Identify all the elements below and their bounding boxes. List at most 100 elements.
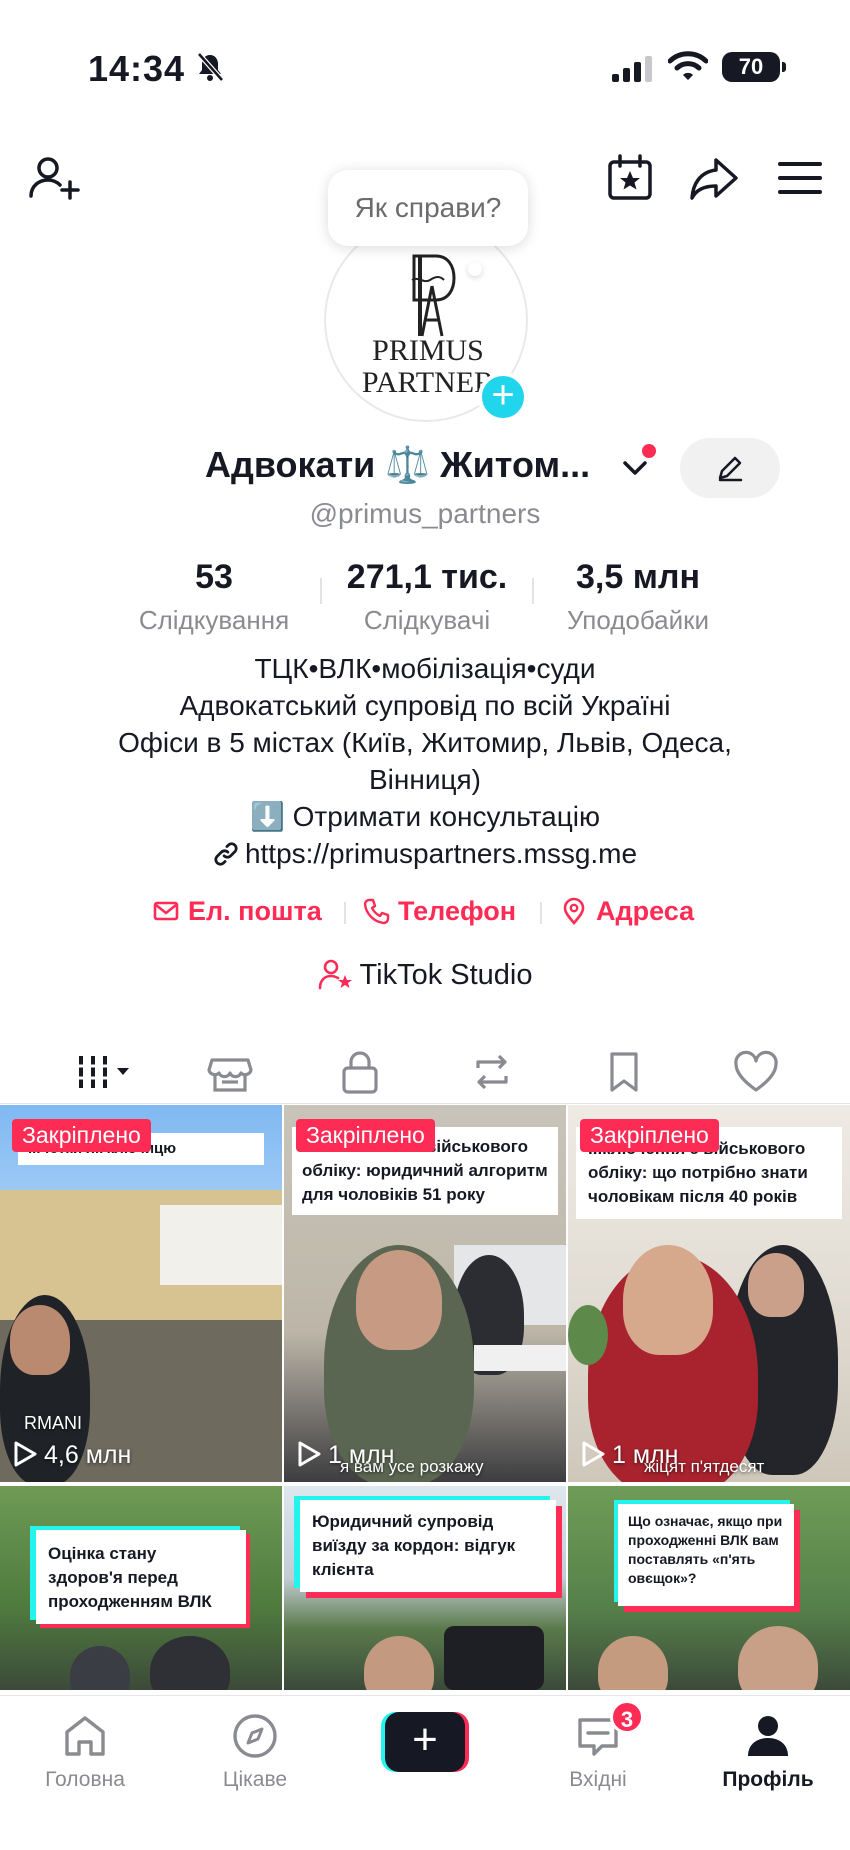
home-icon: [65, 1716, 105, 1756]
profile-person-icon: [748, 1716, 788, 1756]
battery-indicator: 70: [722, 52, 786, 82]
plus-icon: +: [385, 1712, 465, 1772]
calendar-button[interactable]: [602, 150, 658, 206]
person-face: [356, 1250, 442, 1350]
video-thumbnail[interactable]: Закріплено ...ключитися з військового об…: [284, 1105, 566, 1482]
video-grid: Закріплено ...чотки як ключицю RMANI 4,6…: [0, 1105, 850, 1695]
tab-private[interactable]: [330, 1042, 390, 1102]
video-caption: Що означає, якщо при проходженні ВЛК вам…: [618, 1504, 794, 1606]
status-bar: 14:34 70: [0, 0, 850, 140]
store-icon: [207, 1058, 253, 1092]
bookmark-icon: [610, 1052, 638, 1092]
create-button[interactable]: +: [381, 1712, 469, 1772]
calendar-star-icon: [608, 154, 652, 200]
video-caption: Оцінка стану здоров'я перед проходженням…: [36, 1530, 246, 1624]
chevron-down-icon[interactable]: [620, 456, 650, 480]
envelope-icon: [153, 901, 179, 921]
stat-followers[interactable]: 271,1 тис. Слідкувачі: [334, 558, 520, 636]
address-contact-button[interactable]: Адреса: [560, 896, 694, 927]
video-thumbnail[interactable]: Оцінка стану здоров'я перед проходженням…: [0, 1486, 282, 1690]
view-count-text: 1 млн: [612, 1441, 679, 1469]
inbox-badge: 3: [610, 1700, 644, 1734]
wifi-icon: [668, 51, 708, 80]
studio-label: TikTok Studio: [359, 959, 533, 991]
stat-likes-value: 3,5 млн: [576, 558, 700, 596]
view-count: 4,6 млн: [12, 1440, 131, 1470]
video-thumbnail[interactable]: Закріплено ...ключення з військового обл…: [568, 1105, 850, 1482]
pinned-badge: Закріплено: [580, 1119, 719, 1152]
edit-profile-button[interactable]: [680, 438, 780, 498]
view-count: 1 млн: [296, 1440, 394, 1470]
play-icon: [298, 1441, 321, 1467]
tab-shop[interactable]: [200, 1042, 260, 1102]
bio-link[interactable]: https://primuspartners.mssg.me: [0, 835, 850, 872]
address-label: Адреса: [596, 896, 695, 926]
repost-icon: [476, 1054, 508, 1090]
tab-videos[interactable]: [62, 1042, 144, 1102]
video-thumbnail[interactable]: Що означає, якщо при проходженні ВЛК вам…: [568, 1486, 850, 1690]
pencil-icon: [718, 456, 743, 482]
stat-followers-label: Слідкувачі: [363, 605, 491, 635]
menu-button[interactable]: [772, 150, 828, 206]
person-face: [738, 1626, 818, 1690]
share-button[interactable]: [686, 150, 742, 206]
status-time: 14:34: [88, 48, 186, 89]
contact-divider: [344, 902, 346, 924]
tab-favorites[interactable]: [594, 1042, 654, 1102]
phone-contact-button[interactable]: Телефон: [362, 896, 516, 927]
hamburger-menu-icon: [778, 162, 822, 194]
nav-profile[interactable]: Профіль: [698, 1710, 838, 1792]
building-wing: [160, 1205, 282, 1285]
video-thumbnail[interactable]: Юридичний супровід виїзду за кордон: від…: [284, 1486, 566, 1690]
phone-icon: [363, 898, 390, 925]
nav-inbox[interactable]: Вхідні: [528, 1710, 668, 1792]
pinned-badge: Закріплено: [12, 1119, 151, 1152]
stat-likes[interactable]: 3,5 млн Уподобайки: [550, 558, 726, 636]
add-story-button[interactable]: +: [478, 372, 528, 422]
paper-sheet: [474, 1345, 566, 1371]
bio-link-text: https://primuspartners.mssg.me: [244, 838, 638, 869]
tab-liked[interactable]: [726, 1042, 786, 1102]
stat-following-label: Слідкування: [138, 605, 290, 635]
view-count: 1 млн: [580, 1440, 678, 1470]
view-count-text: 1 млн: [328, 1441, 395, 1469]
tab-reposts[interactable]: [462, 1042, 522, 1102]
nav-profile-label: Профіль: [722, 1768, 814, 1791]
person-face: [598, 1636, 668, 1690]
view-count-text: 4,6 млн: [44, 1441, 132, 1469]
bubble-tail: [468, 262, 482, 276]
location-pin-icon: [563, 897, 585, 925]
person-figure: [70, 1646, 130, 1690]
profile-name: Адвокати ⚖️ Житом...: [205, 444, 591, 485]
bio-line: Вінниця): [369, 764, 481, 795]
email-contact-button[interactable]: Ел. пошта: [152, 896, 322, 927]
profile-bio: ТЦК•ВЛК•мобілізація•суди Адвокатський су…: [0, 650, 850, 872]
signal-icon: [612, 56, 652, 82]
link-icon: [214, 842, 238, 866]
nav-discover[interactable]: Цікаве: [185, 1710, 325, 1792]
status-bubble[interactable]: Як справи?: [328, 170, 528, 246]
bottom-navigation: Головна Цікаве + Вхідні Профіль: [0, 1695, 850, 1850]
notification-dot: [642, 444, 656, 458]
email-label: Ел. пошта: [188, 896, 322, 926]
bio-line: ⬇️ Отримати консультацію: [250, 801, 600, 832]
stat-likes-label: Уподобайки: [566, 605, 710, 635]
person-face: [10, 1305, 70, 1375]
nav-home[interactable]: Головна: [15, 1710, 155, 1792]
bio-line: Адвокатський супровід по всій Україні: [179, 690, 671, 721]
tabs-divider: [0, 1103, 850, 1104]
stat-divider: [320, 578, 322, 604]
tiktok-studio-button[interactable]: TikTok Studio: [0, 958, 850, 992]
plant: [568, 1305, 608, 1365]
person-face: [623, 1245, 713, 1355]
add-user-icon: [29, 157, 80, 200]
video-caption: Юридичний супровід виїзду за кордон: від…: [300, 1500, 556, 1592]
stat-following[interactable]: 53 Слідкування: [116, 558, 312, 636]
stat-following-value: 53: [195, 558, 233, 596]
brand-monogram-logo: [411, 254, 456, 337]
bio-line: Офіси в 5 містах (Київ, Житомир, Львів, …: [118, 727, 732, 758]
grid-bars-icon: [77, 1056, 129, 1088]
add-friend-button[interactable]: [26, 150, 82, 206]
video-thumbnail[interactable]: Закріплено ...чотки як ключицю RMANI 4,6…: [0, 1105, 282, 1482]
compass-icon: [233, 1714, 277, 1758]
